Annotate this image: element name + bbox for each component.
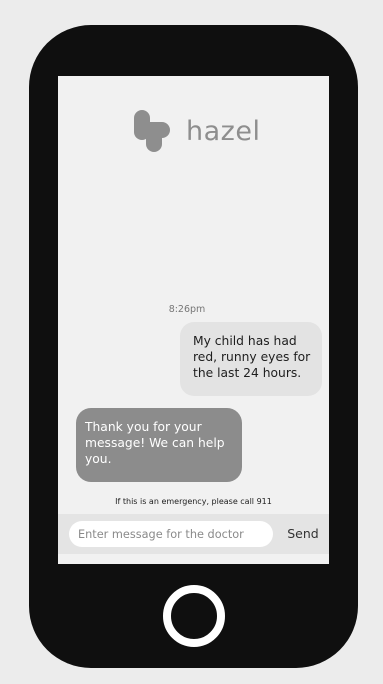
user-message-bubble: My child has had red, runny eyes for the… bbox=[180, 322, 322, 396]
app-logo: hazel bbox=[130, 108, 260, 154]
phone-screen: hazel 8:26pm My child has had red, runny… bbox=[58, 76, 329, 564]
message-timestamp: 8:26pm bbox=[168, 304, 206, 315]
page: hazel 8:26pm My child has had red, runny… bbox=[0, 0, 383, 684]
send-button[interactable]: Send bbox=[280, 523, 326, 545]
emergency-note: If this is an emergency, please call 911 bbox=[115, 497, 272, 506]
message-composer: Send bbox=[58, 514, 329, 554]
phone-frame: hazel 8:26pm My child has had red, runny… bbox=[29, 25, 358, 668]
app-name: hazel bbox=[186, 115, 261, 147]
medical-cross-logo-icon bbox=[134, 110, 170, 152]
bot-message-bubble: Thank you for your message! We can help … bbox=[76, 408, 242, 482]
message-input[interactable] bbox=[69, 521, 273, 547]
home-button-icon[interactable] bbox=[163, 585, 225, 647]
